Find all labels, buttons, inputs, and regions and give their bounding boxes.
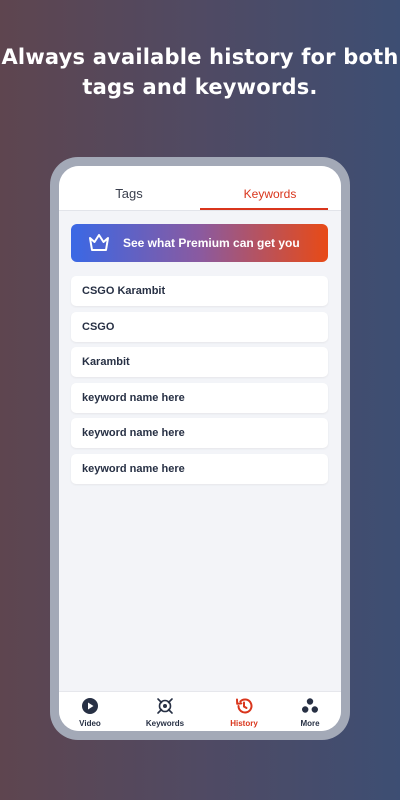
history-item[interactable]: keyword name here xyxy=(71,453,328,484)
more-dots-icon xyxy=(302,698,318,713)
history-item[interactable]: keyword name here xyxy=(71,382,328,413)
bottom-navigation: Video Keywords History More xyxy=(59,691,341,731)
nav-history[interactable]: History xyxy=(221,692,267,731)
phone-frame: Tags Keywords See what Premium can get y… xyxy=(50,157,350,740)
history-item[interactable]: keyword name here xyxy=(71,418,328,448)
promo-headline-line2: tags and keywords. xyxy=(82,75,318,99)
tab-bar: Tags Keywords xyxy=(59,166,341,211)
history-icon xyxy=(236,698,253,714)
nav-keywords[interactable]: Keywords xyxy=(139,692,191,731)
nav-more[interactable]: More xyxy=(290,692,330,731)
history-list: CSGO Karambit CSGO Karambit keyword name… xyxy=(71,276,328,489)
history-item[interactable]: Karambit xyxy=(71,347,328,377)
promo-headline: Always available history for both tags a… xyxy=(0,42,400,102)
tab-keywords[interactable]: Keywords xyxy=(199,166,341,210)
app-screen: Tags Keywords See what Premium can get y… xyxy=(59,166,341,731)
history-item[interactable]: CSGO Karambit xyxy=(71,276,328,306)
nav-history-label: History xyxy=(230,719,258,728)
tab-tags[interactable]: Tags xyxy=(59,166,199,210)
play-icon xyxy=(82,698,98,714)
nav-keywords-label: Keywords xyxy=(145,719,185,728)
crown-icon xyxy=(89,234,109,251)
active-tab-indicator xyxy=(200,208,328,210)
nav-video-label: Video xyxy=(79,719,101,728)
premium-banner-label: See what Premium can get you xyxy=(123,236,300,250)
history-item[interactable]: CSGO xyxy=(71,311,328,342)
premium-banner[interactable]: See what Premium can get you xyxy=(71,224,328,262)
nav-more-label: More xyxy=(300,719,320,728)
target-icon xyxy=(157,698,173,714)
nav-video[interactable]: Video xyxy=(59,692,121,731)
promo-headline-line1: Always available history for both xyxy=(1,45,399,69)
